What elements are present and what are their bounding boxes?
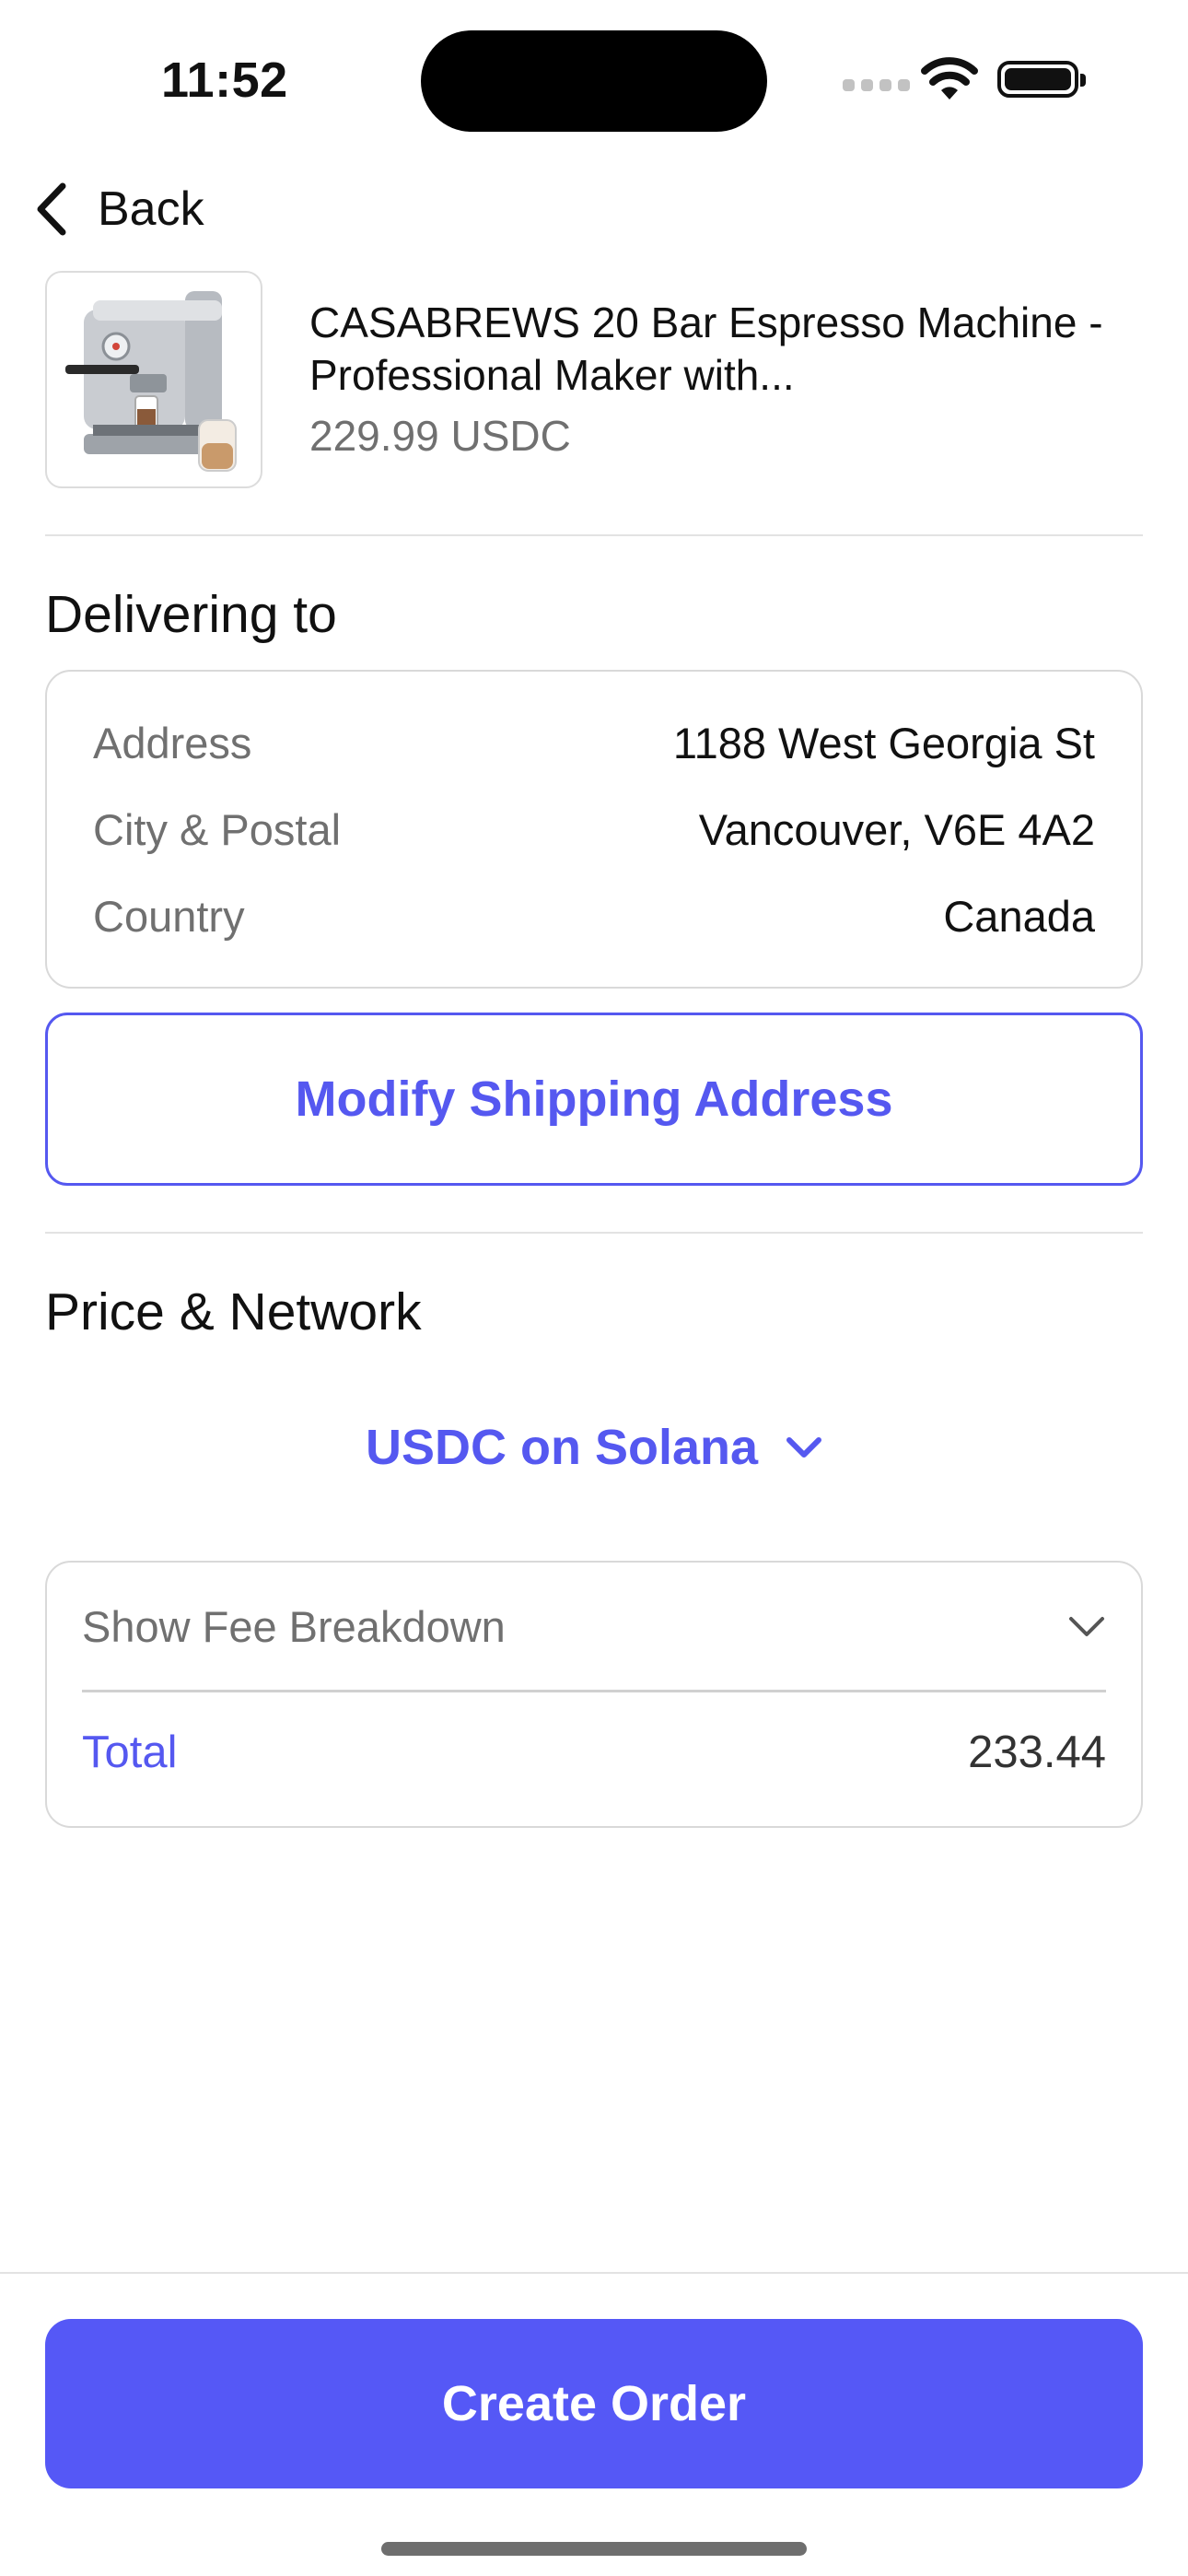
battery-icon	[997, 61, 1086, 98]
divider	[45, 1232, 1143, 1234]
divider	[45, 534, 1143, 536]
chevron-left-icon	[37, 182, 66, 236]
address-key: Address	[93, 718, 252, 767]
product-image	[45, 271, 262, 488]
network-selector-label: USDC on Solana	[365, 1420, 759, 1475]
modify-shipping-address-label: Modify Shipping Address	[295, 1071, 893, 1127]
product-price: 229.99 USDC	[309, 412, 571, 460]
city-postal-key: City & Postal	[93, 804, 342, 854]
country-row: Country Canada	[93, 886, 1095, 945]
footer-divider	[0, 2272, 1188, 2274]
cellular-signal-icon	[843, 79, 910, 91]
city-postal-value: Vancouver, V6E 4A2	[698, 804, 1095, 854]
address-card: Address 1188 West Georgia St City & Post…	[45, 670, 1143, 989]
back-button[interactable]: Back	[33, 177, 204, 241]
wifi-icon	[921, 57, 978, 104]
network-selector[interactable]: USDC on Solana	[0, 1419, 1188, 1476]
fee-card: Show Fee Breakdown Total 233.44	[45, 1561, 1143, 1828]
show-fee-breakdown-toggle[interactable]: Show Fee Breakdown	[82, 1563, 1106, 1692]
show-fee-breakdown-label: Show Fee Breakdown	[82, 1601, 506, 1651]
country-key: Country	[93, 891, 245, 941]
chevron-down-icon	[1069, 1617, 1104, 1636]
modify-shipping-address-button[interactable]: Modify Shipping Address	[45, 1013, 1143, 1186]
address-value: 1188 West Georgia St	[672, 718, 1095, 767]
dynamic-island	[421, 30, 767, 132]
create-order-button[interactable]: Create Order	[45, 2319, 1143, 2488]
home-indicator[interactable]	[381, 2542, 807, 2556]
create-order-label: Create Order	[441, 2376, 747, 2431]
city-postal-row: City & Postal Vancouver, V6E 4A2	[93, 800, 1095, 859]
total-value: 233.44	[968, 1727, 1106, 1777]
total-label: Total	[82, 1727, 178, 1777]
status-time: 11:52	[161, 53, 288, 108]
product-title: CASABREWS 20 Bar Espresso Machine - Prof…	[309, 299, 1103, 399]
country-value: Canada	[943, 891, 1095, 941]
delivering-to-title: Delivering to	[45, 585, 337, 644]
total-row: Total 233.44	[82, 1690, 1106, 1815]
chevron-down-icon	[786, 1437, 822, 1458]
back-label: Back	[98, 182, 204, 236]
price-network-title: Price & Network	[45, 1282, 422, 1341]
address-row: Address 1188 West Georgia St	[93, 713, 1095, 772]
